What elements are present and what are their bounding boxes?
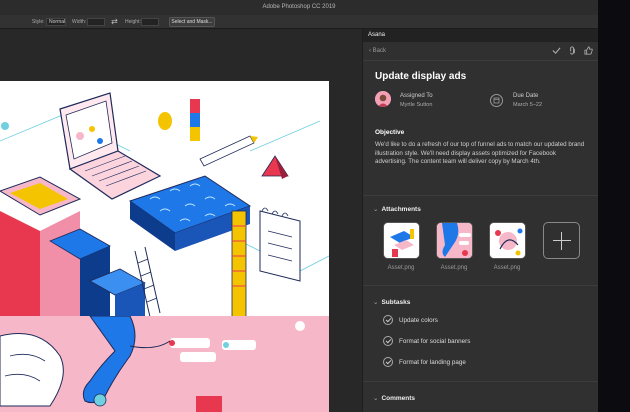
task-title: Update display ads: [375, 71, 467, 82]
panel-tab[interactable]: Asana: [363, 29, 599, 42]
subtask-item[interactable]: Format for social banners: [383, 336, 470, 346]
task-toolbar: ‹ Back: [363, 42, 599, 61]
panel-tab-label: Asana: [368, 32, 386, 38]
divider: [363, 285, 599, 286]
subtask-item[interactable]: Update colors: [383, 315, 438, 325]
chevron-down-icon: ⌄: [373, 395, 379, 402]
swap-arrows-icon[interactable]: ⇄: [111, 17, 118, 26]
thumbs-up-icon[interactable]: [584, 46, 593, 55]
chevron-down-icon: ⌄: [373, 206, 379, 213]
add-attachment-button[interactable]: [543, 222, 580, 259]
subtask-label: Format for social banners: [399, 337, 471, 345]
attachment-thumbnail[interactable]: [436, 222, 473, 259]
checkmark-circle-icon[interactable]: [383, 336, 393, 346]
width-label: Width:: [72, 19, 87, 25]
window-title: Adobe Photoshop CC 2019: [0, 0, 598, 15]
attachment-label: Asset.png: [387, 265, 415, 271]
chevron-down-icon: ⌄: [373, 299, 379, 306]
desktop-background: [598, 0, 630, 412]
divider: [363, 195, 599, 196]
checkmark-circle-icon[interactable]: [383, 357, 393, 367]
hand-illustration: [0, 316, 329, 412]
width-field[interactable]: [87, 18, 105, 26]
comments-toggle[interactable]: ⌄ Comments: [373, 394, 415, 402]
subtask-label: Update colors: [399, 316, 438, 324]
assignee-name[interactable]: Myrtle Sutton: [400, 102, 432, 108]
comments-heading: Comments: [381, 395, 416, 402]
objective-heading: Objective: [375, 129, 405, 136]
options-bar: Style: Normal Width: ⇄ Height: Select an…: [0, 15, 598, 29]
select-and-mask-button[interactable]: Select and Mask...: [169, 17, 215, 27]
subtask-item[interactable]: Format for landing page: [383, 357, 466, 367]
back-button[interactable]: ‹ Back: [369, 48, 386, 54]
style-select[interactable]: Normal: [46, 18, 66, 26]
attachment-label: Asset.png: [493, 265, 521, 271]
attach-icon[interactable]: [568, 46, 577, 55]
style-label: Style:: [32, 19, 45, 25]
attachment-label: Asset.png: [440, 265, 468, 271]
avatar: [375, 91, 391, 107]
assigned-label: Assigned To: [400, 93, 433, 99]
subtasks-heading: Subtasks: [381, 299, 411, 306]
attachments-heading: Attachments: [381, 206, 421, 213]
subtasks-toggle[interactable]: ⌄ Subtasks: [373, 298, 410, 306]
attachments-toggle[interactable]: ⌄ Attachments: [373, 205, 421, 213]
divider: [363, 381, 599, 382]
subtask-label: Format for landing page: [399, 358, 466, 366]
height-label: Height:: [125, 19, 141, 25]
attachment-thumbnail[interactable]: [489, 222, 526, 259]
asana-panel: Asana ‹ Back Update display ads Assigned…: [362, 29, 599, 412]
height-field[interactable]: [141, 18, 159, 26]
checkmark-circle-icon[interactable]: [383, 315, 393, 325]
back-label: Back: [372, 48, 387, 54]
document-canvas[interactable]: [0, 30, 362, 412]
isometric-illustration: [0, 81, 329, 317]
calendar-icon: [490, 94, 503, 107]
check-icon[interactable]: [552, 46, 561, 55]
objective-body: We'd like to do a refresh of our top of …: [375, 141, 585, 165]
due-date-value[interactable]: March 5–22: [513, 102, 542, 108]
due-label: Due Date: [513, 93, 539, 99]
attachment-thumbnail[interactable]: [383, 222, 420, 259]
